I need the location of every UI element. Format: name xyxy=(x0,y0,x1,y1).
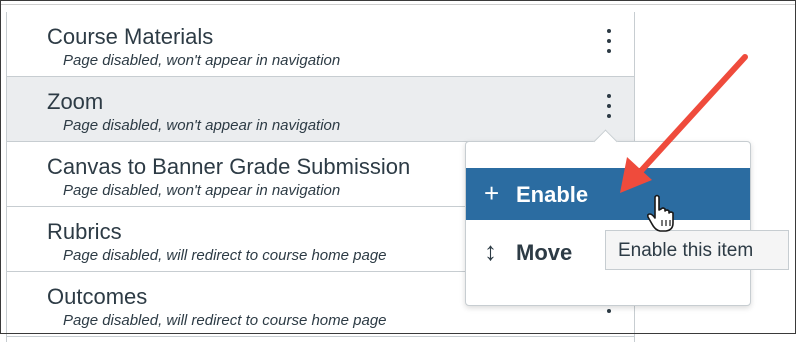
item-status: Page disabled, won't appear in navigatio… xyxy=(63,182,341,199)
item-status: Page disabled, won't appear in navigatio… xyxy=(63,117,341,134)
hand-pointer-icon xyxy=(646,194,674,232)
list-item[interactable]: Zoom Page disabled, won't appear in navi… xyxy=(7,77,634,142)
item-title: Outcomes xyxy=(47,284,148,309)
enable-label: Enable xyxy=(516,182,589,207)
more-vertical-icon[interactable] xyxy=(606,94,612,118)
plus-icon: + xyxy=(484,178,500,208)
item-options-menu: + Enable ↕ Move xyxy=(465,141,751,306)
item-title: Zoom xyxy=(47,89,104,114)
enable-menu-item[interactable]: + Enable xyxy=(466,168,750,220)
item-title: Canvas to Banner Grade Submission xyxy=(47,154,411,179)
item-status: Page disabled, will redirect to course h… xyxy=(63,247,387,264)
item-status: Page disabled, will redirect to course h… xyxy=(63,312,387,329)
tooltip: Enable this item xyxy=(605,230,789,270)
top-divider xyxy=(0,4,796,5)
move-label: Move xyxy=(516,240,573,265)
item-status: Page disabled, won't appear in navigatio… xyxy=(63,52,341,69)
more-vertical-icon[interactable] xyxy=(606,29,612,53)
item-title: Rubrics xyxy=(47,219,122,244)
list-item[interactable]: Course Materials Page disabled, won't ap… xyxy=(7,12,634,77)
item-title: Course Materials xyxy=(47,24,214,49)
move-icon: ↕ xyxy=(484,236,497,266)
